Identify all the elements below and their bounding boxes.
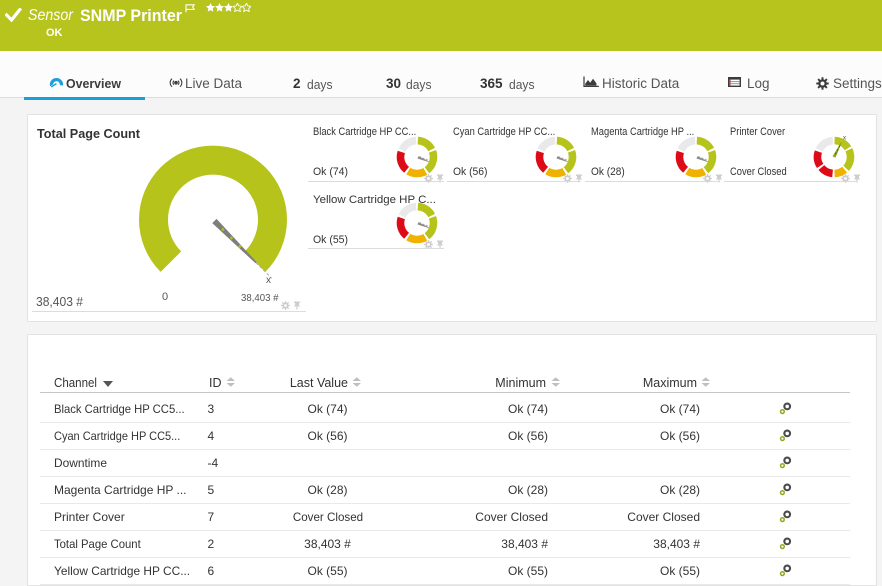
svg-text:x: x [842,135,846,142]
svg-text:x: x [266,275,271,286]
